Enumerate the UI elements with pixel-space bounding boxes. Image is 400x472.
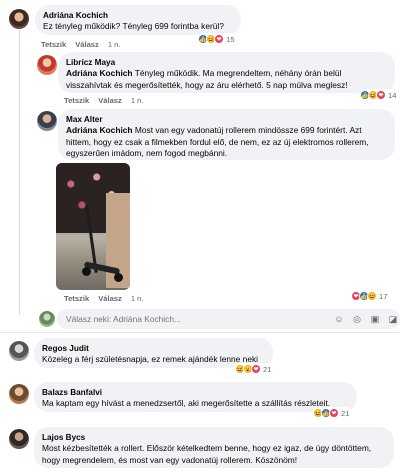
comment-actions: Tetszik Válasz 1 n. — [64, 96, 144, 105]
avatar[interactable] — [37, 111, 57, 131]
like-button[interactable]: Tetszik — [64, 294, 89, 303]
reaction-summary[interactable]: ❤ 👍 😆 17 — [350, 290, 391, 302]
comment-bubble: Librícz Maya Adriána Kochich Tényleg műk… — [58, 52, 395, 93]
reaction-count: 21 — [263, 364, 272, 374]
comment-author[interactable]: Regos Judit — [42, 343, 265, 354]
love-icon: ❤ — [214, 34, 224, 44]
comment-actions: Tetszik Válasz 1 n. — [41, 40, 121, 49]
like-button[interactable]: Tetszik — [41, 40, 66, 49]
reaction-count: 14 — [388, 90, 397, 100]
comment-author[interactable]: Adriána Kochich — [43, 10, 233, 21]
camera-icon[interactable]: ◎ — [352, 314, 362, 324]
gif-icon[interactable]: ▣ — [370, 314, 380, 324]
reply-toolbar: ☺ ◎ ▣ ◪ — [334, 314, 398, 324]
comment-text: Adriána Kochich Tényleg működik. Ma megr… — [66, 68, 348, 90]
comment-author[interactable]: Librícz Maya — [66, 57, 387, 68]
avatar[interactable] — [9, 341, 29, 361]
current-user-avatar — [39, 311, 55, 327]
reaction-count: 21 — [341, 408, 350, 418]
comment-author[interactable]: Balazs Banfalvi — [42, 387, 349, 398]
comment-bubble: Balazs Banfalvi Ma kaptam egy hívást a m… — [34, 382, 357, 412]
avatar[interactable] — [9, 9, 29, 29]
comment-text: Adriána Kochich Most van egy vadonatúj r… — [66, 125, 369, 158]
comment-text: Ma kaptam egy hívást a menedzsertől, aki… — [42, 398, 331, 408]
like-button[interactable]: Tetszik — [64, 96, 89, 105]
comment-author[interactable]: Lajos Bycs — [42, 432, 386, 443]
haha-icon: 😆 — [367, 291, 377, 301]
sticker-icon[interactable]: ◪ — [388, 314, 398, 324]
love-icon: ❤ — [329, 408, 339, 418]
mention-link[interactable]: Adriána Kochich — [66, 68, 133, 78]
comment-actions: Tetszik Válasz 1 n. — [64, 294, 144, 303]
comment-author[interactable]: Max Alter — [66, 114, 387, 125]
scooter-photo[interactable] — [56, 163, 130, 290]
reaction-summary[interactable]: 😆 😮 ❤ 21 — [234, 363, 275, 375]
comment-text: Most kézbesítették a rollert. Először ké… — [42, 443, 372, 465]
love-icon: ❤ — [376, 90, 386, 100]
comment-text: Közeleg a férj születésnapja, ez remek a… — [42, 354, 259, 364]
mention-link[interactable]: Adriána Kochich — [66, 125, 133, 135]
reaction-count: 15 — [226, 34, 235, 44]
scooter-wheel — [82, 267, 91, 276]
avatar[interactable] — [9, 429, 29, 449]
comment-bubble: Max Alter Adriána Kochich Most van egy v… — [58, 109, 395, 160]
reply-button[interactable]: Válasz — [98, 294, 122, 303]
comment-bubble: Adriána Kochich Ez tényleg működik? Tény… — [35, 5, 241, 35]
timestamp[interactable]: 1 n. — [131, 294, 144, 303]
emoji-icon[interactable]: ☺ — [334, 314, 344, 324]
comment-bubble: Lajos Bycs Most kézbesítették a rollert.… — [34, 427, 394, 468]
divider — [0, 332, 400, 333]
avatar[interactable] — [9, 384, 29, 404]
comment-text: Ez tényleg működik? Tényleg 699 forintba… — [43, 21, 224, 31]
reaction-summary[interactable]: 👍 😆 ❤ 15 — [197, 33, 238, 45]
reaction-summary[interactable]: 👍 😆 ❤ 14 — [359, 89, 400, 101]
love-icon: ❤ — [251, 364, 261, 374]
reply-button[interactable]: Válasz — [75, 40, 99, 49]
avatar[interactable] — [37, 55, 57, 75]
scooter-wheel — [114, 273, 123, 282]
timestamp[interactable]: 1 n. — [131, 96, 144, 105]
timestamp[interactable]: 1 n. — [108, 40, 121, 49]
reaction-count: 17 — [379, 291, 388, 301]
reaction-summary[interactable]: 😆 👍 ❤ 21 — [312, 407, 353, 419]
reply-button[interactable]: Válasz — [98, 96, 122, 105]
reply-box[interactable]: ☺ ◎ ▣ ◪ — [57, 309, 400, 329]
thread-line — [19, 30, 20, 315]
reply-input[interactable] — [66, 314, 266, 324]
